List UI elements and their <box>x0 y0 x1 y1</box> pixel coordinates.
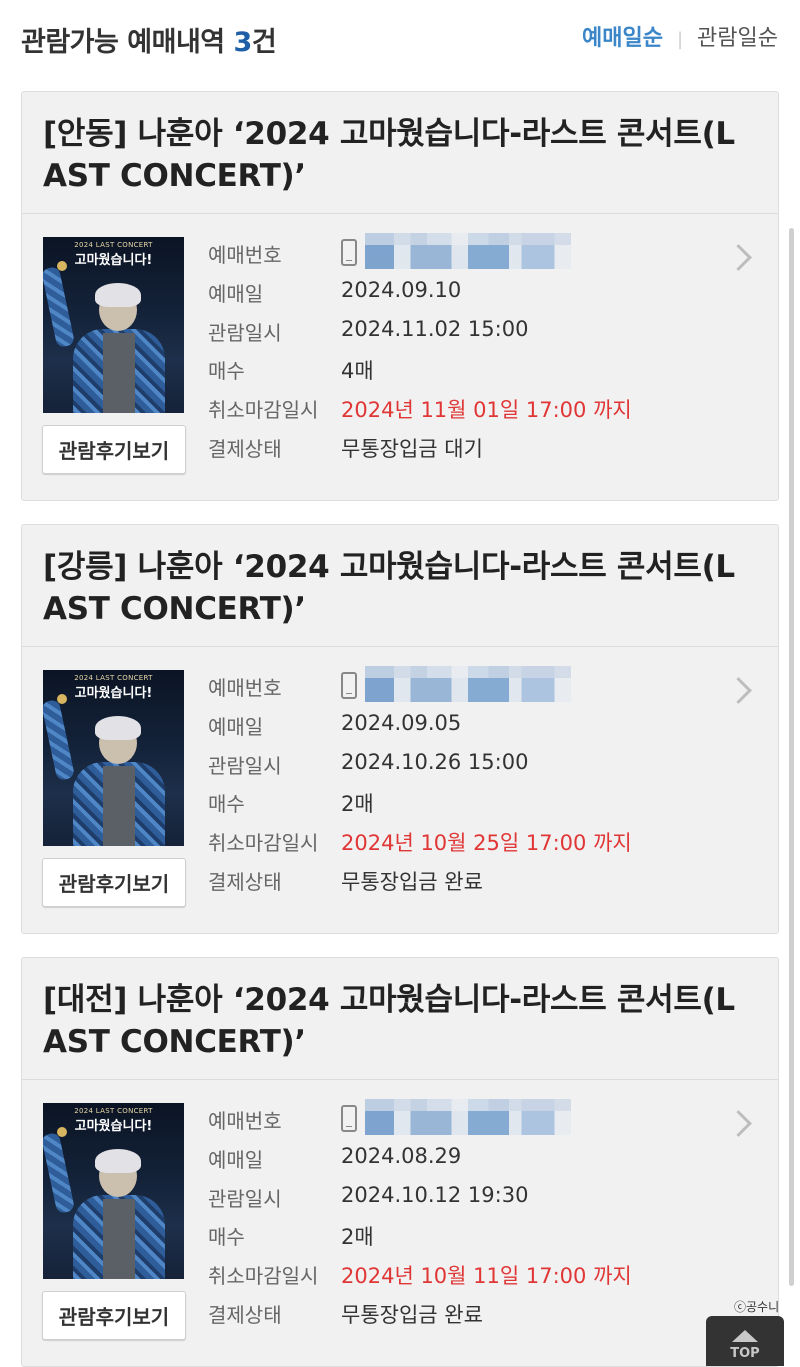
booking-title[interactable]: [안동] 나훈아 ‘2024 고마웠습니다-라스트 콘서트(LAST CONCE… <box>43 113 756 197</box>
booking-date-label: 예매일 <box>208 1147 264 1172</box>
booking-number-label: 예매번호 <box>208 1109 282 1133</box>
booking-info: 예매번호 예매일 2024.08.29 관람일시 2024.10.12 19:3… <box>208 1099 728 1336</box>
booking-details: 2024 LAST CONCERT 고마웠습니다! 관람후기보기 예매번호 예매… <box>22 214 778 500</box>
view-datetime-value: 2024.10.26 15:00 <box>341 749 529 774</box>
concert-poster[interactable]: 2024 LAST CONCERT 고마웠습니다! <box>43 670 184 846</box>
view-review-button[interactable]: 관람후기보기 <box>42 858 186 907</box>
booking-number-label: 예매번호 <box>208 676 282 700</box>
mobile-phone-icon <box>341 1105 357 1132</box>
booking-number-redacted <box>365 233 571 269</box>
view-review-button[interactable]: 관람후기보기 <box>42 1291 186 1340</box>
booking-date-value: 2024.09.05 <box>341 710 462 735</box>
booking-title-area: [강릉] 나훈아 ‘2024 고마웠습니다-라스트 콘서트(LAST CONCE… <box>22 525 778 647</box>
cancel-deadline-label: 취소마감일시 <box>208 398 319 423</box>
poster-top-text: 2024 LAST CONCERT <box>74 1107 153 1115</box>
title-suffix: 건 <box>251 27 277 58</box>
quantity-row: 매수 2매 <box>208 1219 728 1258</box>
booking-title[interactable]: [대전] 나훈아 ‘2024 고마웠습니다-라스트 콘서트(LAST CONCE… <box>43 979 756 1063</box>
cancel-deadline-row: 취소마감일시 2024년 10월 11일 17:00 까지 <box>208 1258 728 1297</box>
cancel-deadline-value: 2024년 10월 25일 17:00 까지 <box>341 831 632 856</box>
booking-number-label: 예매번호 <box>208 243 282 267</box>
booking-card[interactable]: [강릉] 나훈아 ‘2024 고마웠습니다-라스트 콘서트(LAST CONCE… <box>21 524 779 934</box>
payment-status-label: 결제상태 <box>208 869 282 894</box>
booking-card[interactable]: [대전] 나훈아 ‘2024 고마웠습니다-라스트 콘서트(LAST CONCE… <box>21 957 779 1367</box>
booking-date-value: 2024.09.10 <box>341 277 462 302</box>
mobile-phone-icon <box>341 672 357 699</box>
cancel-deadline-value: 2024년 10월 11일 17:00 까지 <box>341 1264 632 1289</box>
cancel-deadline-value: 2024년 11월 01일 17:00 까지 <box>341 398 632 423</box>
sort-divider: | <box>676 29 684 50</box>
poster-top-text: 2024 LAST CONCERT <box>74 674 153 682</box>
view-datetime-row: 관람일시 2024.10.12 19:30 <box>208 1181 728 1220</box>
arrow-up-icon <box>732 1330 758 1342</box>
concert-poster[interactable]: 2024 LAST CONCERT 고마웠습니다! <box>43 237 184 413</box>
sort-by-booking-date[interactable]: 예매일순 <box>582 26 663 51</box>
booking-card[interactable]: [안동] 나훈아 ‘2024 고마웠습니다-라스트 콘서트(LAST CONCE… <box>21 91 779 501</box>
poster-top-text: 2024 LAST CONCERT <box>74 241 153 249</box>
cancel-deadline-row: 취소마감일시 2024년 11월 01일 17:00 까지 <box>208 392 728 431</box>
quantity-value: 4매 <box>341 359 374 384</box>
concert-poster[interactable]: 2024 LAST CONCERT 고마웠습니다! <box>43 1103 184 1279</box>
view-datetime-label: 관람일시 <box>208 320 282 345</box>
cancel-deadline-label: 취소마감일시 <box>208 831 319 856</box>
booking-info: 예매번호 예매일 2024.09.10 관람일시 2024.11.02 15:0… <box>208 233 728 470</box>
quantity-value: 2매 <box>341 792 374 817</box>
booking-count: 3 <box>233 27 253 58</box>
quantity-label: 매수 <box>208 792 245 817</box>
booking-title[interactable]: [강릉] 나훈아 ‘2024 고마웠습니다-라스트 콘서트(LAST CONCE… <box>43 546 756 630</box>
sort-options: 예매일순 | 관람일순 <box>582 20 778 52</box>
booking-number-row: 예매번호 <box>208 233 728 276</box>
view-datetime-value: 2024.11.02 15:00 <box>341 316 529 341</box>
booking-date-row: 예매일 2024.08.29 <box>208 1142 728 1181</box>
mobile-phone-icon <box>341 239 357 266</box>
booking-number-row: 예매번호 <box>208 1099 728 1142</box>
booking-number-redacted <box>365 666 571 702</box>
payment-status-value: 무통장입금 완료 <box>341 1302 483 1327</box>
view-datetime-row: 관람일시 2024.11.02 15:00 <box>208 315 728 354</box>
view-datetime-row: 관람일시 2024.10.26 15:00 <box>208 748 728 787</box>
chevron-right-icon[interactable] <box>725 1110 752 1137</box>
booking-date-value: 2024.08.29 <box>341 1143 462 1168</box>
page-header: 관람가능 예매내역 3건 예매일순 | 관람일순 <box>0 0 800 90</box>
booking-details: 2024 LAST CONCERT 고마웠습니다! 관람후기보기 예매번호 예매… <box>22 647 778 933</box>
chevron-right-icon[interactable] <box>725 244 752 271</box>
sort-by-viewing-date[interactable]: 관람일순 <box>697 26 778 51</box>
view-review-button[interactable]: 관람후기보기 <box>42 425 186 474</box>
payment-status-value: 무통장입금 완료 <box>341 869 483 894</box>
booking-date-label: 예매일 <box>208 714 264 739</box>
payment-status-label: 결제상태 <box>208 436 282 461</box>
chevron-right-icon[interactable] <box>725 677 752 704</box>
booking-date-row: 예매일 2024.09.05 <box>208 709 728 748</box>
booking-details: 2024 LAST CONCERT 고마웠습니다! 관람후기보기 예매번호 예매… <box>22 1080 778 1366</box>
booking-info: 예매번호 예매일 2024.09.05 관람일시 2024.10.26 15:0… <box>208 666 728 903</box>
quantity-row: 매수 4매 <box>208 353 728 392</box>
watermark: ⓒ공수니 <box>734 1300 780 1314</box>
title-prefix: 관람가능 예매내역 <box>21 27 234 58</box>
booking-number-row: 예매번호 <box>208 666 728 709</box>
page-title: 관람가능 예매내역 3건 <box>21 20 277 59</box>
booking-title-area: [안동] 나훈아 ‘2024 고마웠습니다-라스트 콘서트(LAST CONCE… <box>22 92 778 214</box>
quantity-value: 2매 <box>341 1225 374 1250</box>
view-datetime-label: 관람일시 <box>208 1186 282 1211</box>
cancel-deadline-label: 취소마감일시 <box>208 1264 319 1289</box>
quantity-row: 매수 2매 <box>208 786 728 825</box>
quantity-label: 매수 <box>208 1225 245 1250</box>
payment-status-row: 결제상태 무통장입금 완료 <box>208 1297 728 1336</box>
view-datetime-value: 2024.10.12 19:30 <box>341 1182 529 1207</box>
payment-status-row: 결제상태 무통장입금 대기 <box>208 431 728 470</box>
scrollbar[interactable] <box>789 228 794 1286</box>
booking-number-redacted <box>365 1099 571 1135</box>
quantity-label: 매수 <box>208 359 245 384</box>
payment-status-label: 결제상태 <box>208 1302 282 1327</box>
booking-date-label: 예매일 <box>208 281 264 306</box>
payment-status-value: 무통장입금 대기 <box>341 436 483 461</box>
booking-title-area: [대전] 나훈아 ‘2024 고마웠습니다-라스트 콘서트(LAST CONCE… <box>22 958 778 1080</box>
view-datetime-label: 관람일시 <box>208 753 282 778</box>
cancel-deadline-row: 취소마감일시 2024년 10월 25일 17:00 까지 <box>208 825 728 864</box>
payment-status-row: 결제상태 무통장입금 완료 <box>208 864 728 903</box>
booking-date-row: 예매일 2024.09.10 <box>208 276 728 315</box>
